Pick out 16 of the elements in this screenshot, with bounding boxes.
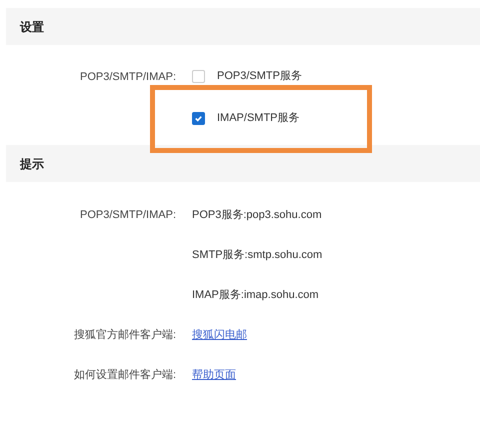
- option-label: POP3/SMTP服务: [217, 68, 302, 84]
- field-label: 搜狐官方邮件客户端:: [74, 329, 176, 341]
- option-label: IMAP/SMTP服务: [217, 110, 300, 126]
- link[interactable]: 搜狐闪电邮: [192, 329, 247, 341]
- section-title: 设置: [20, 18, 44, 36]
- checkbox[interactable]: [192, 70, 205, 82]
- section-title: 提示: [20, 156, 44, 172]
- server-address: POP3服务:pop3.sohu.com: [192, 209, 322, 221]
- field-label: POP3/SMTP/IMAP:: [80, 71, 176, 83]
- field-label: 如何设置邮件客户端:: [74, 369, 176, 381]
- field-label: POP3/SMTP/IMAP:: [80, 209, 176, 221]
- check-icon: [194, 114, 203, 122]
- link[interactable]: 帮助页面: [192, 369, 236, 381]
- server-address: IMAP服务:imap.sohu.com: [192, 289, 319, 301]
- server-address: SMTP服务:smtp.sohu.com: [192, 249, 322, 261]
- checkbox[interactable]: [192, 112, 205, 124]
